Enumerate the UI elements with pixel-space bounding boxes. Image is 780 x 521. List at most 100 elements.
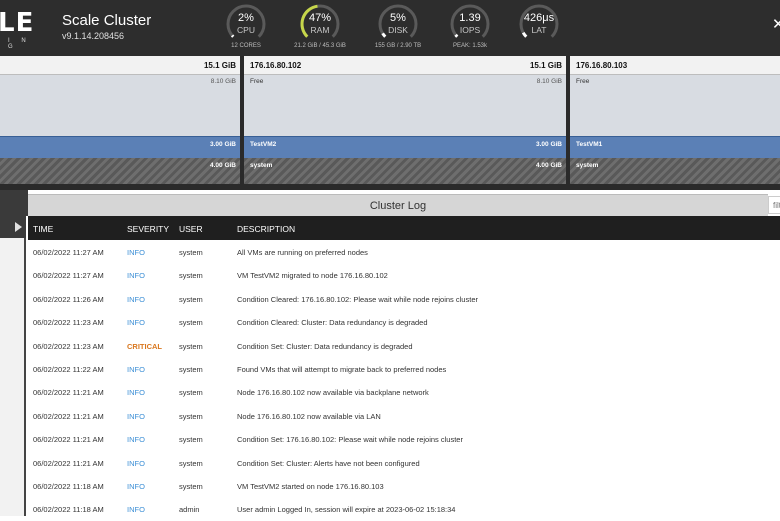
log-time: 06/02/2022 11:22 AM xyxy=(33,364,104,374)
log-description: Condition Cleared: Cluster: Data redunda… xyxy=(237,318,428,328)
log-row[interactable]: 06/02/2022 11:18 AM INFO admin User admi… xyxy=(28,497,780,520)
log-filter-input[interactable] xyxy=(768,196,780,214)
vm-size: 3.00 GiB xyxy=(209,141,236,148)
close-icon[interactable]: ✕ xyxy=(772,15,780,33)
log-time: 06/02/2022 11:23 AM xyxy=(33,341,104,351)
node-vm-block[interactable]: TestVM1 xyxy=(570,136,780,158)
node-header: 176.16.80.103 xyxy=(570,56,780,75)
gauge-ring xyxy=(519,4,559,38)
play-icon xyxy=(15,222,22,232)
node-system-block: system 4.00 GiB xyxy=(244,158,566,184)
cluster-name: Scale Cluster xyxy=(62,12,152,29)
log-row[interactable]: 06/02/2022 11:26 AM INFO system Conditio… xyxy=(28,287,780,310)
cluster-version: v9.1.14.208456 xyxy=(62,31,125,41)
log-row[interactable]: 06/02/2022 11:21 AM INFO system Conditio… xyxy=(28,427,780,450)
log-severity: CRITICAL xyxy=(127,341,162,351)
log-severity: INFO xyxy=(127,505,145,515)
node-panel[interactable]: 176.16.80.103 Free TestVM1 system xyxy=(570,56,780,190)
gauge-value: 2% xyxy=(238,12,254,24)
gauge-fill xyxy=(454,33,459,38)
gauge-value: 1.39 xyxy=(459,12,481,24)
log-description: Condition Set: Cluster: Alerts have not … xyxy=(237,458,420,468)
log-user: system xyxy=(179,341,203,351)
log-time: 06/02/2022 11:21 AM xyxy=(33,411,104,421)
gauge-2: 5% DISK xyxy=(376,3,420,43)
log-description: VM TestVM2 started on node 176.16.80.103 xyxy=(237,481,384,491)
log-description: Node 176.16.80.102 now available via LAN xyxy=(237,411,381,421)
log-time: 06/02/2022 11:23 AM xyxy=(33,318,104,328)
vm-label: TestVM1 xyxy=(576,141,603,148)
log-description: User admin Logged In, session will expir… xyxy=(237,505,456,515)
gauge-1: 47% RAM xyxy=(298,3,342,43)
log-description: Condition Set: Cluster: Data redundancy … xyxy=(237,341,413,351)
gauge-fill xyxy=(230,34,235,38)
gauge-sub: PEAK: 1.53k xyxy=(452,43,488,49)
gauge-label: DISK xyxy=(388,25,408,35)
free-label: Free xyxy=(576,78,590,85)
system-size: 4.00 GiB xyxy=(209,162,236,169)
column-header-time[interactable]: TIME xyxy=(33,224,53,234)
node-footer xyxy=(570,184,780,190)
node-panel[interactable]: 15.1 GiB 8.10 GiB 3.00 GiB 4.00 GiB xyxy=(0,56,240,190)
node-panel[interactable]: 176.16.80.102 15.1 GiB Free 8.10 GiB Tes… xyxy=(244,56,566,190)
node-system-block: system xyxy=(570,158,780,184)
log-row[interactable]: 06/02/2022 11:27 AM INFO system VM TestV… xyxy=(28,263,780,286)
log-severity: INFO xyxy=(127,388,145,398)
log-row[interactable]: 06/02/2022 11:18 AM INFO system VM TestV… xyxy=(28,474,780,497)
node-divider xyxy=(566,56,570,190)
column-header-user[interactable]: USER xyxy=(179,224,203,234)
log-row[interactable]: 06/02/2022 11:23 AM CRITICAL system Cond… xyxy=(28,334,780,357)
log-description: Condition Set: 176.16.80.102: Please wai… xyxy=(237,435,463,445)
log-description: Found VMs that will attempt to migrate b… xyxy=(237,364,447,374)
gauge-ring xyxy=(378,4,418,38)
node-capacity: 15.1 GiB xyxy=(203,61,236,70)
log-time: 06/02/2022 11:21 AM xyxy=(33,458,104,468)
log-severity: INFO xyxy=(127,481,145,491)
gauge-0: 2% CPU xyxy=(224,3,268,43)
node-footer xyxy=(244,184,566,190)
system-size: 4.00 GiB xyxy=(535,162,562,169)
gauge-value: 426μs xyxy=(523,12,555,24)
log-user: admin xyxy=(179,505,200,515)
free-label: Free xyxy=(250,78,264,85)
log-table-body: 06/02/2022 11:27 AM INFO system All VMs … xyxy=(28,240,780,521)
log-row[interactable]: 06/02/2022 11:21 AM INFO system Conditio… xyxy=(28,451,780,474)
node-divider xyxy=(240,56,244,190)
column-header-description[interactable]: DESCRIPTION xyxy=(237,224,295,234)
log-row[interactable]: 06/02/2022 11:23 AM INFO system Conditio… xyxy=(28,310,780,333)
log-user: system xyxy=(179,364,203,374)
vm-label: TestVM2 xyxy=(250,141,277,148)
log-description: Node 176.16.80.102 now available via bac… xyxy=(237,388,429,398)
log-user: system xyxy=(179,248,203,257)
log-severity: INFO xyxy=(127,411,145,421)
system-label: system xyxy=(250,162,273,169)
column-header-severity[interactable]: SEVERITY xyxy=(127,224,169,234)
gauge-ring xyxy=(300,4,340,38)
node-header: 15.1 GiB xyxy=(0,56,240,75)
log-description: VM TestVM2 migrated to node 176.16.80.10… xyxy=(237,271,388,281)
log-row[interactable]: 06/02/2022 11:22 AM INFO system Found VM… xyxy=(28,357,780,380)
gauge-label: RAM xyxy=(310,25,330,35)
expand-row-button[interactable] xyxy=(0,216,26,238)
top-header: LE I N G Scale Cluster v9.1.14.208456 2%… xyxy=(0,0,780,56)
log-row[interactable]: 06/02/2022 11:27 AM INFO system All VMs … xyxy=(28,240,780,263)
node-vm-block[interactable]: TestVM2 3.00 GiB xyxy=(244,136,566,158)
log-title-bar: Cluster Log xyxy=(28,194,768,216)
log-time: 06/02/2022 11:18 AM xyxy=(33,481,104,491)
gauge-label: LAT xyxy=(531,25,547,35)
node-capacity: 15.1 GiB xyxy=(529,61,562,70)
log-user: system xyxy=(179,458,203,468)
node-ip: 176.16.80.103 xyxy=(576,61,628,70)
log-row[interactable]: 06/02/2022 11:21 AM INFO system Node 176… xyxy=(28,404,780,427)
node-vm-block[interactable]: 3.00 GiB xyxy=(0,136,240,158)
log-time: 06/02/2022 11:21 AM xyxy=(33,435,104,445)
log-row[interactable]: 06/02/2022 11:21 AM INFO system Node 176… xyxy=(28,380,780,403)
gauge-value: 47% xyxy=(308,12,332,24)
node-footer xyxy=(0,184,240,190)
log-severity: INFO xyxy=(127,318,145,328)
log-user: system xyxy=(179,318,203,328)
gauge-3: 1.39 IOPS xyxy=(448,3,492,43)
system-label: system xyxy=(576,162,599,169)
log-description: All VMs are running on preferred nodes xyxy=(237,248,368,257)
brand-logo: LE I N G xyxy=(0,6,40,50)
